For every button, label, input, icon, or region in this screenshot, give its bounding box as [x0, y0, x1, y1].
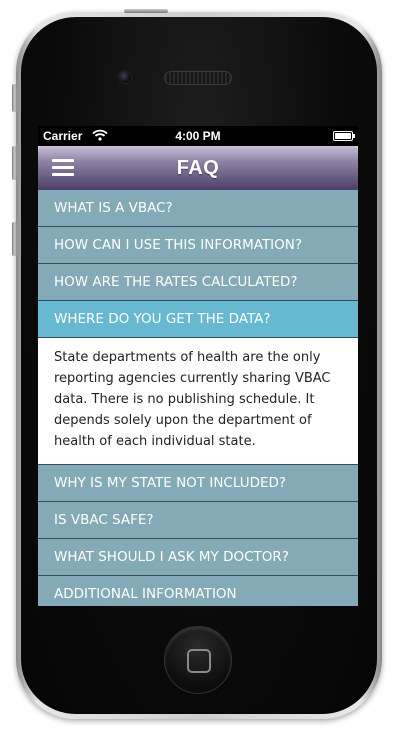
navigation-bar: FAQ: [38, 146, 358, 190]
hamburger-menu-icon[interactable]: [52, 159, 74, 177]
mute-switch: [12, 84, 17, 112]
faq-answer-where-get-data: State departments of health are the only…: [38, 338, 358, 465]
status-bar: Carrier 4:00 PM: [38, 126, 358, 146]
faq-item-how-rates-calculated[interactable]: HOW ARE THE RATES CALCULATED?: [38, 264, 358, 301]
volume-up-button: [12, 146, 17, 180]
faq-item-ask-my-doctor[interactable]: WHAT SHOULD I ASK MY DOCTOR?: [38, 539, 358, 576]
faq-item-what-is-vbac[interactable]: WHAT IS A VBAC?: [38, 190, 358, 227]
page-title: FAQ: [176, 157, 220, 179]
home-button[interactable]: [164, 626, 232, 694]
faq-list: WHAT IS A VBAC? HOW CAN I USE THIS INFOR…: [38, 190, 358, 606]
faq-item-where-get-data[interactable]: WHERE DO YOU GET THE DATA?: [38, 301, 358, 338]
volume-down-button: [12, 222, 17, 256]
status-time: 4:00 PM: [175, 129, 221, 143]
phone-screen: Carrier 4:00 PM FAQ WHAT IS A VBAC? HOW …: [38, 126, 358, 606]
home-square-icon: [187, 649, 211, 673]
faq-item-why-state-not-included[interactable]: WHY IS MY STATE NOT INCLUDED?: [38, 465, 358, 502]
sleep-button: [124, 9, 168, 13]
earpiece-speaker: [164, 71, 232, 85]
faq-item-additional-information[interactable]: ADDITIONAL INFORMATION: [38, 576, 358, 606]
faq-item-how-use-information[interactable]: HOW CAN I USE THIS INFORMATION?: [38, 227, 358, 264]
front-camera: [118, 70, 132, 84]
battery-icon: [333, 131, 355, 141]
faq-screen: FAQ WHAT IS A VBAC? HOW CAN I USE THIS I…: [38, 146, 358, 606]
faq-item-is-vbac-safe[interactable]: IS VBAC SAFE?: [38, 502, 358, 539]
